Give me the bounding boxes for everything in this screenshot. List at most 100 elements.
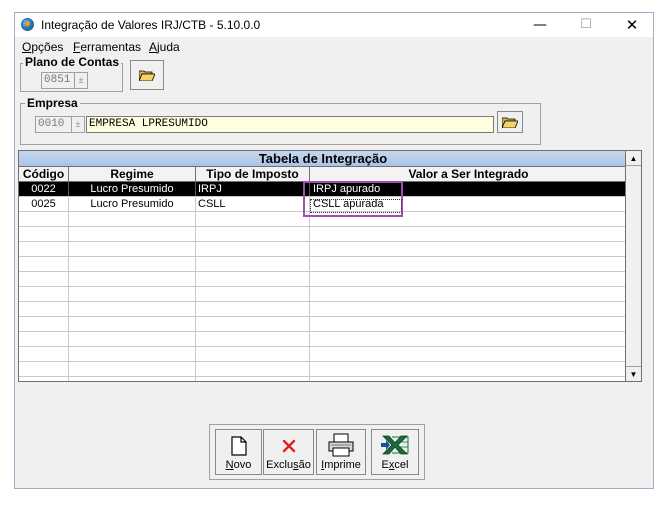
empty-cell (310, 272, 627, 286)
scroll-down-button[interactable]: ▼ (626, 366, 641, 381)
empresa-name-field[interactable]: EMPRESA LPRESUMIDO (86, 116, 494, 133)
cell-tipo: IRPJ (196, 182, 310, 196)
empty-cell (19, 242, 69, 256)
close-button[interactable]: ✕ (609, 13, 655, 37)
empty-table-row[interactable] (19, 377, 627, 381)
folder-open-icon (502, 117, 518, 128)
table-vertical-scrollbar[interactable]: ▲ ▼ (625, 150, 642, 382)
exclusao-label: Exclusão (266, 459, 311, 471)
empty-cell (19, 362, 69, 376)
empty-cell (310, 347, 627, 361)
menu-opcoes[interactable]: Opções (22, 40, 63, 54)
imprime-button[interactable]: Imprime (316, 429, 366, 475)
cell-focus-rect (310, 199, 402, 213)
empty-cell (310, 362, 627, 376)
title-bar[interactable]: Integração de Valores IRJ/CTB - 5.10.0.0… (15, 13, 653, 37)
empresa-spin-button[interactable]: ± (72, 116, 85, 133)
header-valor-integrado[interactable]: Valor a Ser Integrado (310, 167, 627, 181)
empty-cell (196, 317, 310, 331)
novo-button[interactable]: Novo (215, 429, 262, 475)
empty-cell (196, 332, 310, 346)
empty-cell (196, 377, 310, 381)
empty-table-row[interactable] (19, 347, 627, 362)
empresa-code-field[interactable]: 0010 (35, 116, 72, 133)
empty-cell (69, 272, 196, 286)
empty-cell (310, 317, 627, 331)
empty-table-row[interactable] (19, 332, 627, 347)
header-tipo-imposto[interactable]: Tipo de Imposto (196, 167, 310, 181)
empty-cell (69, 212, 196, 226)
empty-cell (196, 212, 310, 226)
empty-cell (69, 317, 196, 331)
plano-code-field[interactable]: 0851 (41, 72, 75, 89)
maximize-button[interactable]: ☐ (563, 13, 609, 37)
empresa-label: Empresa (25, 96, 80, 110)
main-window: Integração de Valores IRJ/CTB - 5.10.0.0… (14, 12, 654, 489)
empty-table-row[interactable] (19, 317, 627, 332)
table-caption: Tabela de Integração (19, 151, 627, 167)
cell-tipo: CSLL (196, 197, 310, 211)
empty-cell (196, 227, 310, 241)
empty-cell (19, 272, 69, 286)
empty-cell (69, 377, 196, 381)
empty-table-row[interactable] (19, 362, 627, 377)
empty-table-row[interactable] (19, 257, 627, 272)
empty-table-row[interactable] (19, 287, 627, 302)
action-toolbar: Novo Exclusão Imprime Excel (209, 424, 425, 480)
header-codigo[interactable]: Código (19, 167, 69, 181)
scroll-up-button[interactable]: ▲ (626, 151, 641, 166)
empty-cell (196, 302, 310, 316)
empty-cell (69, 257, 196, 271)
empty-cell (69, 287, 196, 301)
excel-label: Excel (381, 459, 409, 471)
imprime-label: Imprime (321, 459, 361, 471)
empty-cell (196, 242, 310, 256)
folder-open-icon (139, 70, 155, 81)
delete-x-icon (282, 439, 295, 453)
empty-cell (69, 332, 196, 346)
menu-ferramentas[interactable]: Ferramentas (73, 40, 141, 54)
empty-cell (69, 227, 196, 241)
empty-cell (310, 287, 627, 301)
empty-table-row[interactable] (19, 272, 627, 287)
minimize-button[interactable]: — (517, 13, 563, 37)
empty-cell (19, 377, 69, 381)
header-regime[interactable]: Regime (69, 167, 196, 181)
empty-table-row[interactable] (19, 302, 627, 317)
empty-cell (310, 227, 627, 241)
empty-table-row[interactable] (19, 242, 627, 257)
empty-cell (69, 302, 196, 316)
empty-cell (19, 332, 69, 346)
table-header-row: Código Regime Tipo de Imposto Valor a Se… (19, 167, 627, 182)
plano-open-button[interactable] (130, 60, 164, 90)
novo-label: Novo (225, 459, 252, 471)
excel-button[interactable]: Excel (371, 429, 419, 475)
menu-bar: Opções Ferramentas Ajuda (15, 38, 653, 56)
empty-cell (196, 257, 310, 271)
empty-cell (19, 287, 69, 301)
empty-cell (19, 347, 69, 361)
exclusao-button[interactable]: Exclusão (263, 429, 314, 475)
empty-cell (310, 242, 627, 256)
cell-regime: Lucro Presumido (69, 197, 196, 211)
empty-cell (19, 227, 69, 241)
excel-icon (381, 435, 409, 455)
window-title: Integração de Valores IRJ/CTB - 5.10.0.0 (41, 18, 261, 32)
empty-cell (196, 287, 310, 301)
plano-spin-button[interactable]: ± (75, 72, 88, 89)
empty-cell (19, 257, 69, 271)
empty-table-row[interactable] (19, 227, 627, 242)
empty-cell (196, 347, 310, 361)
empty-cell (196, 362, 310, 376)
empty-cell (310, 302, 627, 316)
menu-ajuda[interactable]: Ajuda (149, 40, 180, 54)
empresa-open-button[interactable] (497, 111, 523, 133)
empty-cell (310, 257, 627, 271)
empty-cell (310, 332, 627, 346)
empty-cell (69, 347, 196, 361)
empty-cell (19, 317, 69, 331)
cell-codigo: 0025 (19, 197, 69, 211)
new-document-icon (230, 436, 247, 456)
app-icon (21, 18, 34, 31)
empty-cell (19, 212, 69, 226)
